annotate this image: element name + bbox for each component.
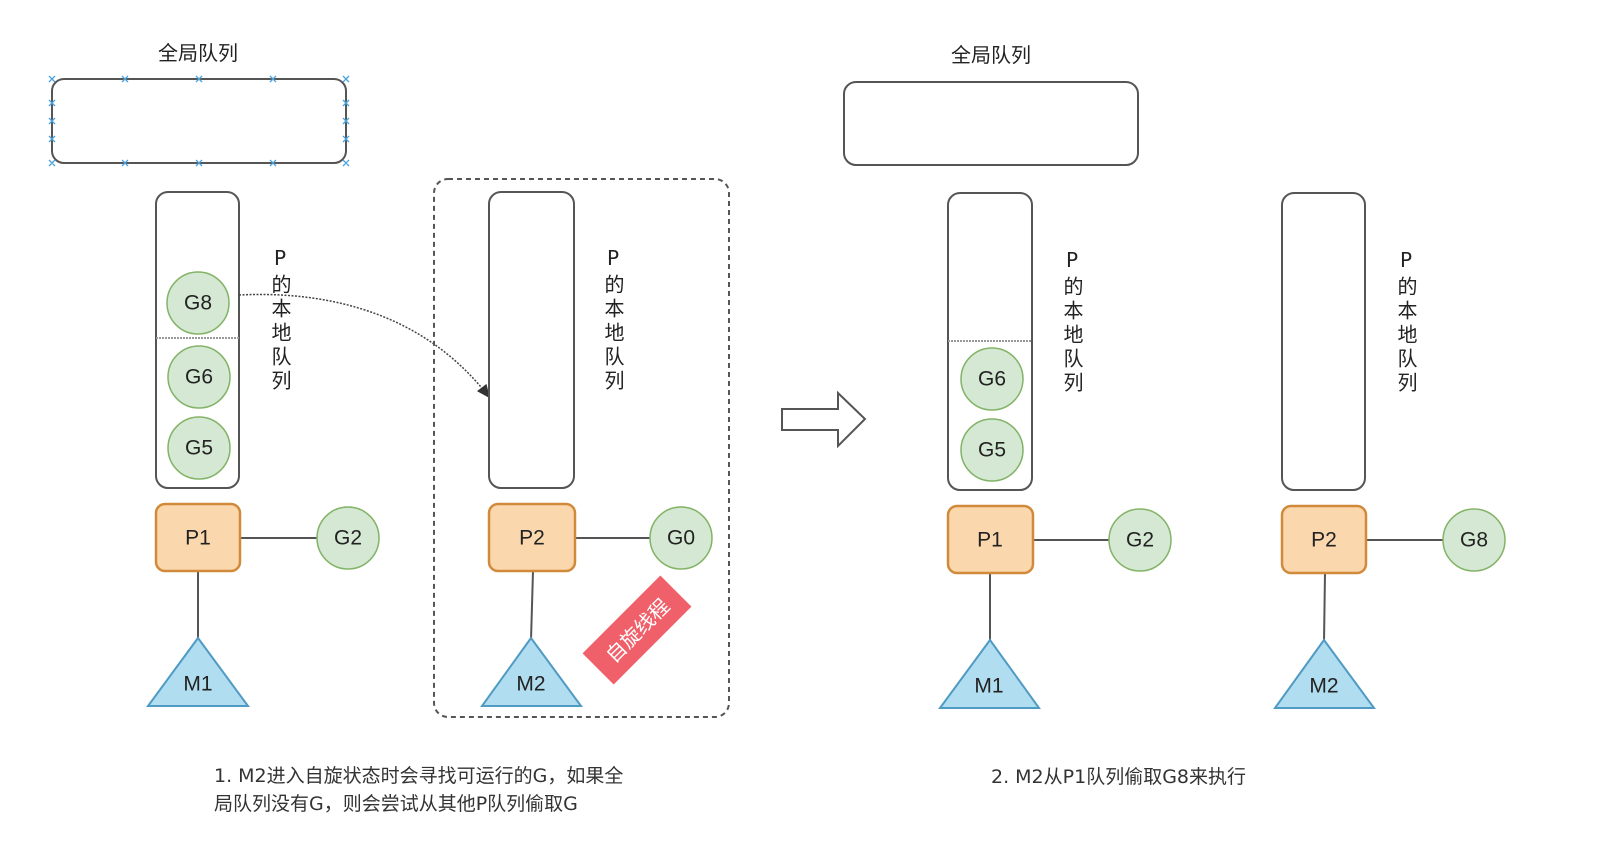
svg-text:G2: G2 [334, 527, 362, 550]
goroutine-g8-left: G8 [166, 271, 230, 335]
goroutine-g2-right: G2 [1108, 508, 1172, 572]
svg-text:P1: P1 [977, 529, 1003, 552]
caption-right: 2. M2从P1队列偷取G8来执行 [991, 766, 1246, 788]
p1-queue-label-right: P的本地队列 [1060, 248, 1084, 396]
svg-text:G6: G6 [185, 366, 213, 389]
svg-text:M1: M1 [974, 675, 1003, 698]
p2-local-queue-left [488, 191, 575, 489]
global-queue-title-left: 全局队列 [158, 42, 238, 65]
machine-m1-left: M1 [146, 636, 250, 707]
caption-left-line1: 1. M2进入自旋状态时会寻找可运行的G，如果全 [214, 765, 623, 787]
spinning-thread-badge: 自旋线程 [582, 575, 692, 685]
svg-text:G8: G8 [1460, 529, 1488, 552]
p1-queue-label-left: P的本地队列 [268, 246, 292, 394]
machine-m1-right: M1 [938, 638, 1041, 709]
processor-p2-right: P2 [1280, 504, 1368, 575]
svg-text:P2: P2 [519, 527, 545, 550]
processor-p2-left: P2 [487, 502, 577, 573]
processor-p1-right: P1 [946, 504, 1035, 575]
svg-text:G5: G5 [978, 439, 1006, 462]
svg-text:G5: G5 [185, 437, 213, 460]
global-queue-title-right: 全局队列 [951, 44, 1031, 67]
goroutine-g8-right: G8 [1442, 508, 1506, 572]
transition-arrow-icon [781, 390, 867, 449]
p2-local-queue-right [1281, 192, 1366, 491]
goroutine-g0-left: G0 [649, 506, 713, 570]
caption-left-line2: 局队列没有G，则会尝试从其他P队列偷取G [214, 793, 578, 815]
goroutine-g6-left: G6 [167, 345, 231, 409]
p2-queue-label-left: P的本地队列 [601, 246, 625, 394]
svg-text:G0: G0 [667, 527, 695, 550]
machine-m2-right: M2 [1273, 638, 1376, 709]
goroutine-g2-left: G2 [316, 506, 380, 570]
p2-queue-label-right: P的本地队列 [1394, 248, 1418, 396]
scheduler-diagram: 全局队列 G8 G6 G5 P的本地队列 P1 G2 M1 P的本地队列 P2 [48, 42, 1506, 815]
svg-text:G8: G8 [184, 292, 212, 315]
svg-text:P1: P1 [185, 527, 211, 550]
svg-text:G6: G6 [978, 368, 1006, 391]
svg-text:P2: P2 [1311, 529, 1337, 552]
goroutine-g6-right: G6 [960, 347, 1024, 411]
svg-text:M2: M2 [1309, 675, 1338, 698]
svg-text:M2: M2 [516, 673, 545, 696]
spinning-thread-group [433, 178, 730, 718]
processor-p1-left: P1 [154, 502, 242, 573]
goroutine-g5-right: G5 [960, 418, 1024, 482]
goroutine-g5-left: G5 [167, 416, 231, 480]
global-queue-right [843, 81, 1139, 166]
global-queue-left [51, 78, 347, 164]
svg-text:M1: M1 [183, 673, 212, 696]
svg-text:G2: G2 [1126, 529, 1154, 552]
machine-m2-left: M2 [480, 636, 583, 707]
